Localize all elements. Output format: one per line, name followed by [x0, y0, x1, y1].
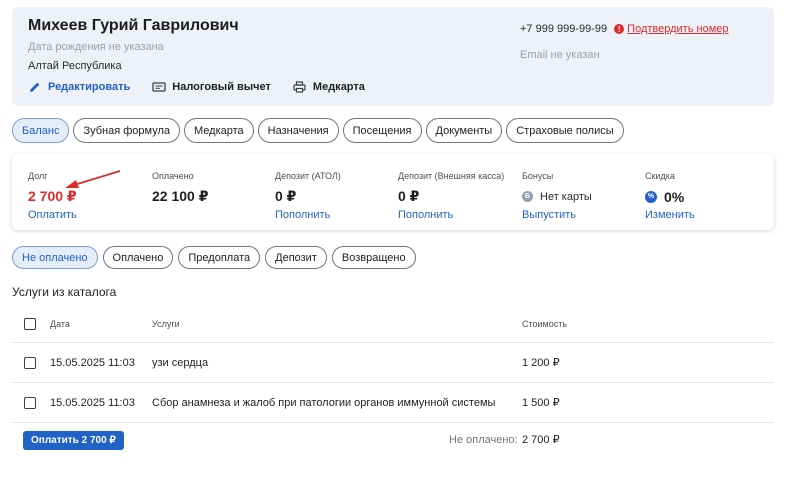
tab-medcard[interactable]: Медкарта: [184, 118, 254, 143]
unpaid-total: 2 700 ₽: [522, 434, 560, 446]
issue-card-link[interactable]: Выпустить: [522, 209, 592, 221]
discount-value-row: % 0%: [645, 188, 695, 205]
discount-label: Скидка: [645, 171, 675, 181]
discount-value: 0%: [664, 188, 685, 205]
bonus-value: Нет карты: [540, 190, 592, 203]
paid-label: Оплачено: [152, 171, 194, 181]
change-discount-link[interactable]: Изменить: [645, 209, 695, 221]
table-row: 15.05.2025 11:03 Сбор анамнеза и жалоб п…: [12, 383, 774, 423]
patient-actions: Редактировать Налоговый вычет Медкарта: [28, 80, 387, 94]
tab-dental-formula[interactable]: Зубная формула: [73, 118, 180, 143]
bonus-label: Бонусы: [522, 171, 554, 181]
row-cost: 1 200 ₽: [522, 357, 560, 369]
tax-label: Налоговый вычет: [172, 81, 271, 93]
column-service: Услуги: [152, 319, 180, 329]
tab-visits[interactable]: Посещения: [342, 118, 422, 143]
alert-icon: !: [614, 24, 625, 34]
stat-deposit-atol: Депозит (АТОЛ) 0 ₽ Пополнить: [275, 171, 341, 221]
tab-balance[interactable]: Баланс: [12, 118, 70, 143]
medcard-label: Медкарта: [312, 81, 365, 93]
patient-tabs: Баланс Зубная формула Медкарта Назначени…: [12, 118, 628, 143]
filter-refunded[interactable]: Возвращено: [331, 246, 416, 269]
deposit-ext-topup-link[interactable]: Пополнить: [398, 209, 504, 221]
percent-icon: %: [645, 190, 657, 203]
unpaid-label: Не оплачено:: [449, 434, 518, 446]
filter-prepayment[interactable]: Предоплата: [178, 246, 261, 269]
birth-date: Дата рождения не указана: [28, 41, 164, 53]
region: Алтай Республика: [28, 60, 122, 72]
column-date: Дата: [50, 319, 70, 329]
printer-icon: [293, 80, 307, 94]
tab-prescriptions[interactable]: Назначения: [257, 118, 339, 143]
bonus-card-icon: Б: [522, 191, 533, 202]
tab-insurance[interactable]: Страховые полисы: [506, 118, 624, 143]
deposit-atol-topup-link[interactable]: Пополнить: [275, 209, 341, 221]
phone-row: +7 999 999-99-99 ! Подтвердить номер: [520, 23, 729, 35]
row-checkbox[interactable]: [24, 396, 36, 409]
debt-value: 2 700 ₽: [28, 188, 77, 204]
table-row: 15.05.2025 11:03 узи сердца 1 200 ₽: [12, 343, 774, 383]
pencil-icon: [28, 80, 42, 94]
deposit-atol-value: 0 ₽: [275, 188, 297, 204]
row-date: 15.05.2025 11:03: [50, 356, 135, 369]
row-cost: 1 500 ₽: [522, 397, 560, 409]
edit-label: Редактировать: [48, 81, 131, 93]
stat-paid: Оплачено 22 100 ₽: [152, 171, 208, 205]
filter-unpaid[interactable]: Не оплачено: [12, 246, 98, 269]
email: Email не указан: [520, 49, 600, 61]
row-service: Сбор анамнеза и жалоб при патологии орга…: [152, 396, 496, 409]
deposit-ext-label: Депозит (Внешняя касса): [398, 171, 505, 181]
confirm-phone-link[interactable]: Подтвердить номер: [627, 23, 728, 35]
patient-name: Михеев Гурий Гаврилович: [28, 17, 239, 34]
table-header: Дата Услуги Стоимость: [12, 306, 774, 343]
deposit-ext-value: 0 ₽: [398, 188, 420, 204]
column-cost: Стоимость: [522, 319, 568, 329]
paid-value: 22 100 ₽: [152, 188, 209, 204]
stat-discount: Скидка % 0% Изменить: [645, 171, 695, 221]
bonus-value-row: Б Нет карты: [522, 188, 592, 205]
stat-deposit-external: Депозит (Внешняя касса) 0 ₽ Пополнить: [398, 171, 504, 221]
edit-button[interactable]: Редактировать: [28, 80, 130, 94]
row-date: 15.05.2025 11:03: [50, 396, 135, 409]
patient-header: Михеев Гурий Гаврилович Дата рождения не…: [12, 7, 774, 106]
red-arrow-annotation: [65, 170, 121, 188]
row-checkbox[interactable]: [24, 356, 36, 369]
row-service: узи сердца: [152, 356, 209, 369]
pay-button[interactable]: Оплатить 2 700 ₽: [23, 431, 124, 450]
pay-link[interactable]: Оплатить: [28, 209, 77, 221]
deposit-atol-label: Депозит (АТОЛ): [275, 171, 341, 181]
payment-filters: Не оплачено Оплачено Предоплата Депозит …: [12, 246, 421, 269]
section-title: Услуги из каталога: [12, 285, 117, 299]
filter-deposit[interactable]: Депозит: [265, 246, 327, 269]
tax-deduction-button[interactable]: Налоговый вычет: [152, 80, 271, 94]
stat-bonus: Бонусы Б Нет карты Выпустить: [522, 171, 592, 221]
tab-documents[interactable]: Документы: [425, 118, 503, 143]
medcard-button[interactable]: Медкарта: [293, 80, 365, 94]
balance-summary: Долг 2 700 ₽ Оплатить Оплачено 22 100 ₽ …: [12, 154, 774, 230]
services-table: Дата Услуги Стоимость 15.05.2025 11:03 у…: [12, 306, 774, 423]
select-all-checkbox[interactable]: [24, 318, 36, 330]
filter-paid[interactable]: Оплачено: [102, 246, 174, 269]
receipt-icon: [152, 80, 166, 94]
phone-number: +7 999 999-99-99: [520, 23, 608, 35]
